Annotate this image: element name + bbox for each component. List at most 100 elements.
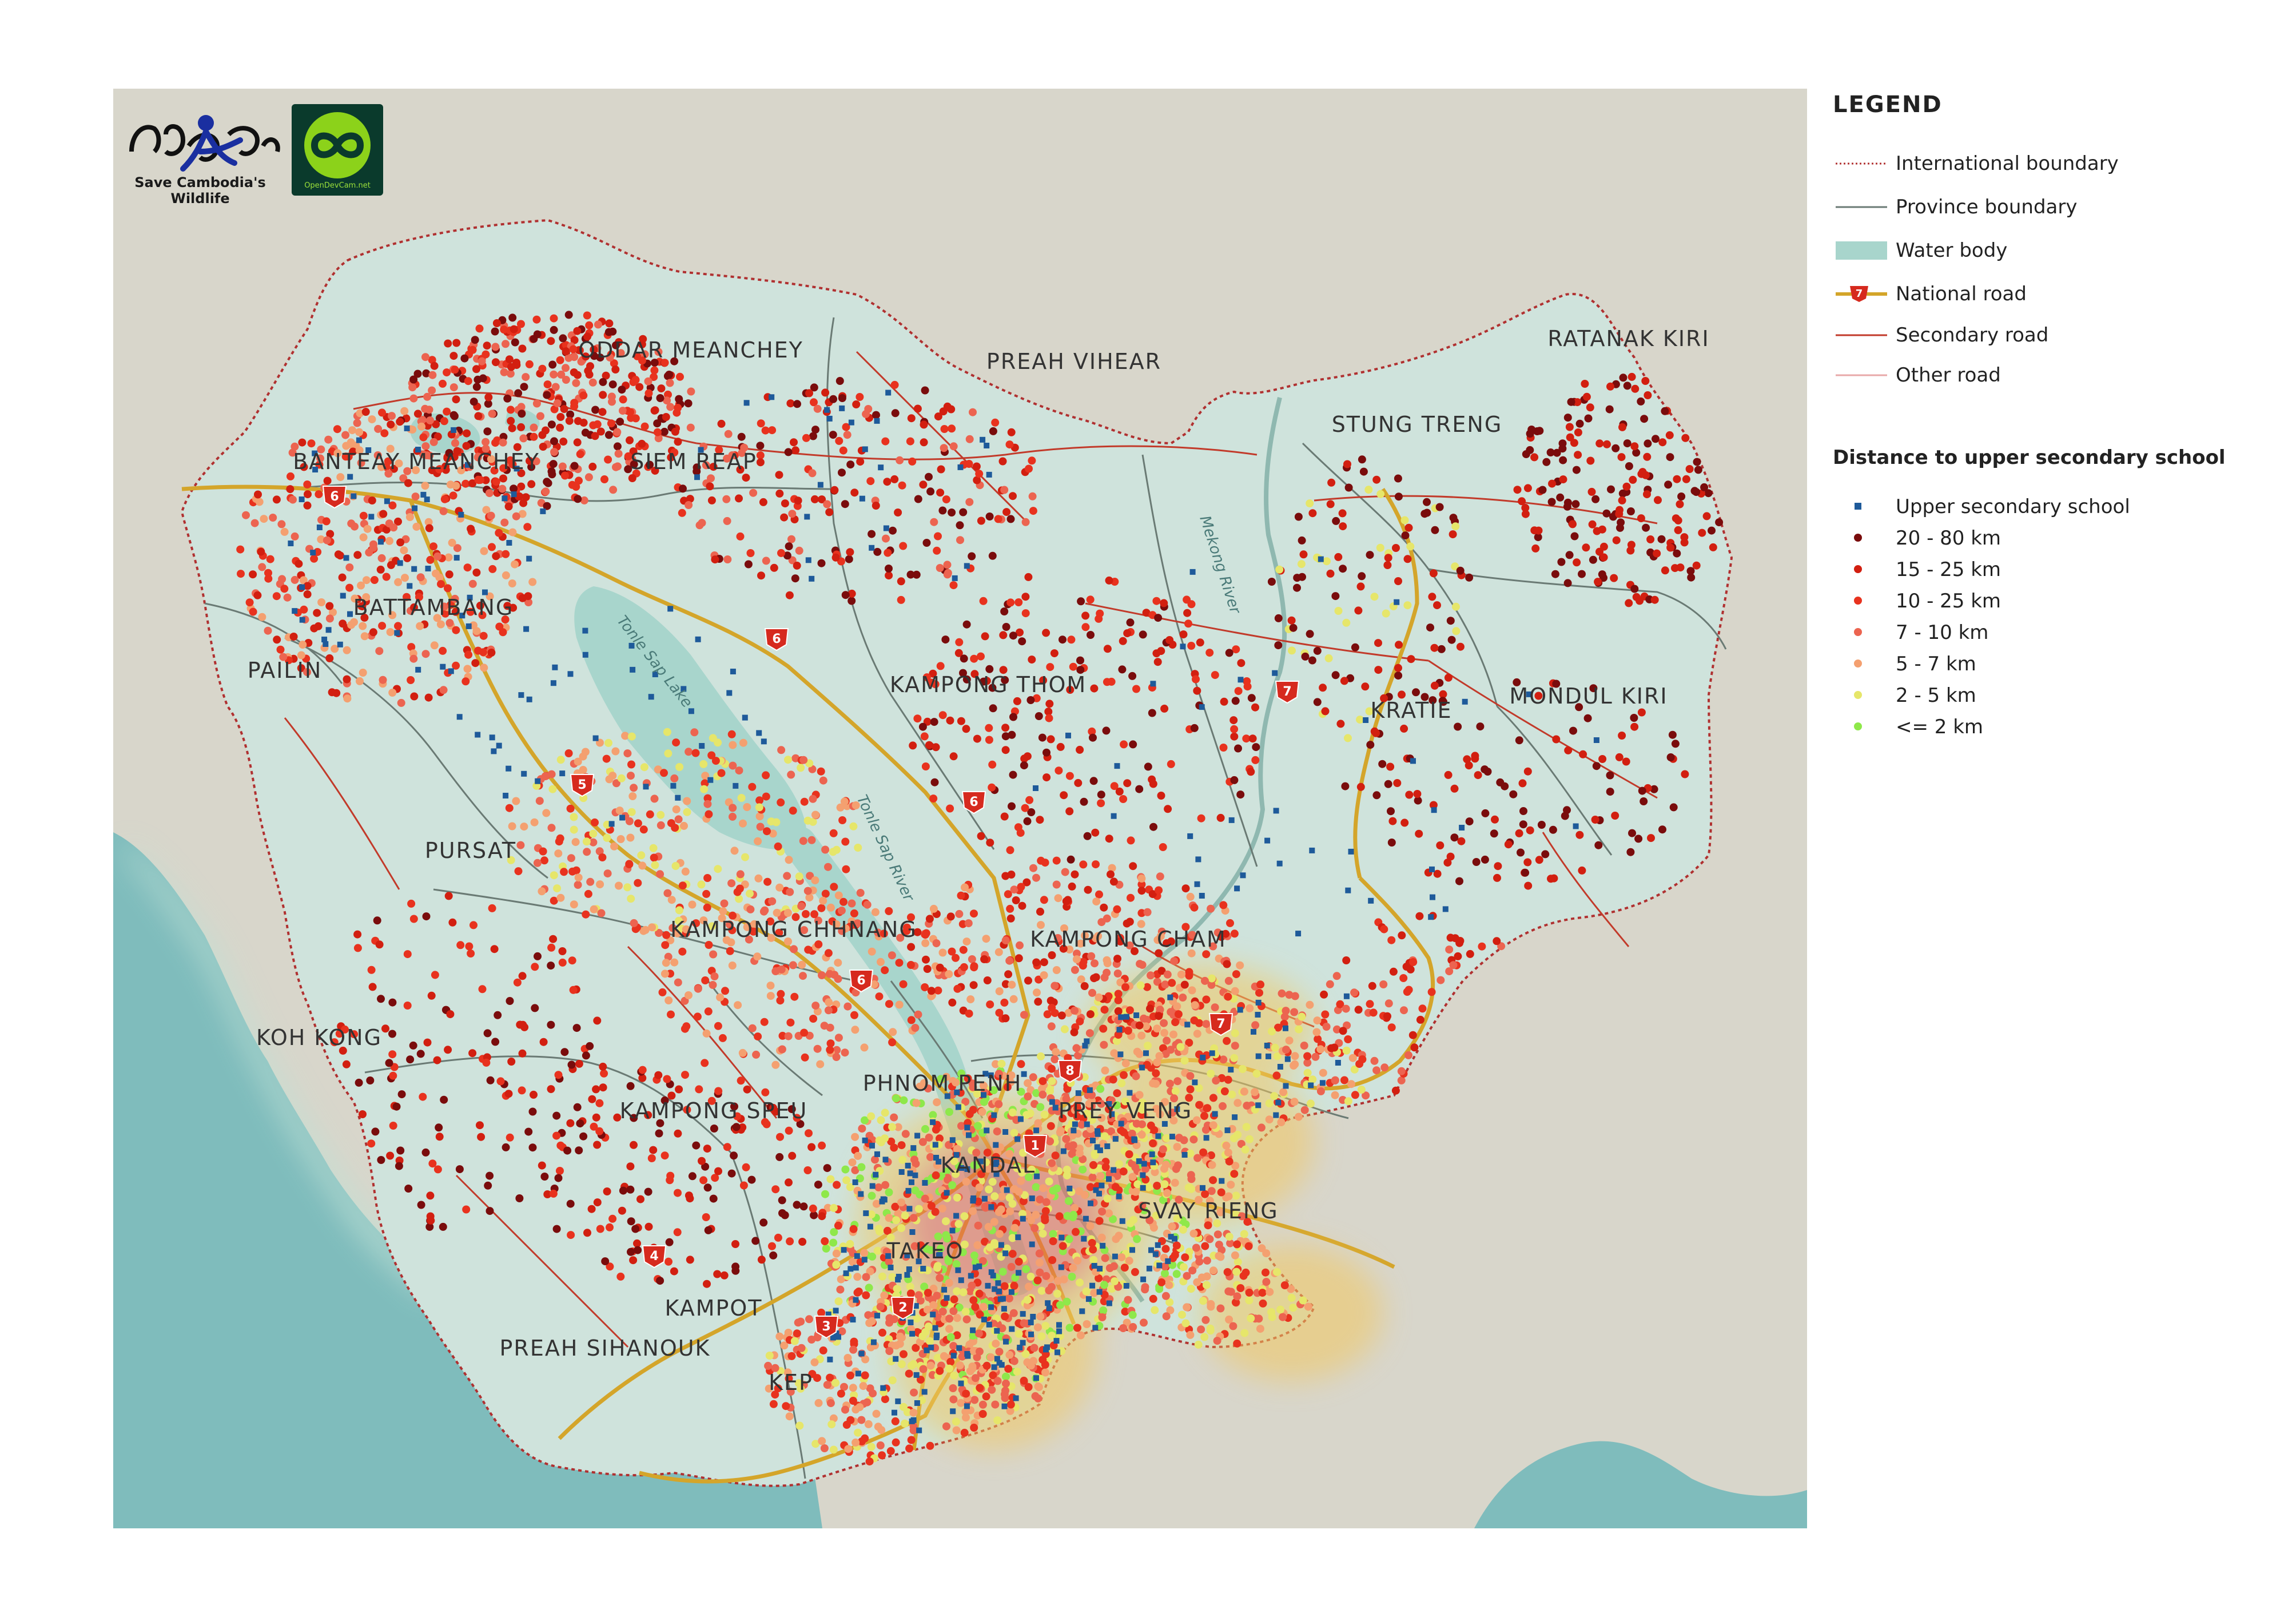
village-dot <box>1232 1268 1241 1276</box>
village-dot <box>1144 1183 1153 1191</box>
village-dot <box>921 1194 929 1203</box>
village-dot <box>1113 1089 1121 1098</box>
village-dot <box>995 1348 1004 1356</box>
village-dot <box>1086 595 1095 604</box>
school-marker <box>1056 1322 1062 1328</box>
village-dot <box>1171 1178 1179 1187</box>
village-dot <box>1311 1052 1320 1061</box>
village-dot <box>452 395 460 404</box>
village-dot <box>377 554 386 562</box>
village-dot <box>821 889 830 898</box>
village-dot <box>1324 654 1333 662</box>
village-dot <box>733 888 742 896</box>
village-dot <box>1535 427 1544 435</box>
village-dot <box>1071 1203 1079 1212</box>
village-dot <box>476 1121 484 1130</box>
school-marker <box>949 1227 956 1234</box>
village-dot <box>1202 1020 1211 1028</box>
village-dot <box>1081 611 1090 620</box>
village-dot <box>630 1141 638 1149</box>
village-dot <box>1661 566 1669 575</box>
village-dot <box>598 853 607 861</box>
village-dot <box>989 704 997 713</box>
village-dot <box>1493 937 1501 945</box>
village-dot <box>907 1436 916 1444</box>
school-marker <box>299 617 305 623</box>
village-dot <box>1606 771 1614 780</box>
village-dot <box>1409 958 1418 966</box>
village-dot <box>245 598 254 607</box>
village-dot <box>824 1006 833 1015</box>
village-dot <box>855 1403 864 1412</box>
village-dot <box>1186 892 1195 901</box>
village-dot <box>1426 623 1434 632</box>
village-dot <box>1474 771 1482 780</box>
village-dot <box>599 1083 607 1092</box>
village-dot <box>998 457 1007 466</box>
village-dot <box>946 1357 955 1366</box>
village-dot <box>1186 1072 1195 1080</box>
school-marker <box>1033 785 1038 791</box>
village-dot <box>769 1251 778 1260</box>
village-dot <box>737 794 746 802</box>
village-dot <box>592 1113 600 1122</box>
village-dot <box>1372 729 1380 737</box>
village-dot <box>602 754 611 763</box>
village-dot <box>949 1384 957 1392</box>
village-dot <box>832 1261 841 1269</box>
village-dot <box>1456 642 1465 651</box>
village-dot <box>769 1400 778 1408</box>
village-dot <box>959 1288 968 1297</box>
village-dot <box>1107 870 1115 879</box>
village-dot <box>1579 750 1587 758</box>
village-dot <box>1243 677 1251 685</box>
school-marker <box>1060 1148 1067 1154</box>
school-marker <box>730 669 736 674</box>
village-dot <box>421 482 429 490</box>
village-dot <box>488 410 496 418</box>
school-marker <box>1167 994 1173 1000</box>
school-marker <box>944 1190 950 1196</box>
village-dot <box>854 844 862 852</box>
village-dot <box>490 945 499 953</box>
village-dot <box>742 474 750 482</box>
village-dot <box>1534 526 1543 535</box>
village-dot <box>875 1136 884 1145</box>
village-dot <box>1456 566 1465 575</box>
village-dot <box>919 480 928 489</box>
village-dot <box>970 962 978 971</box>
school-marker <box>567 671 574 677</box>
village-dot <box>1063 1165 1071 1174</box>
village-dot <box>785 1178 793 1187</box>
village-dot <box>1638 786 1646 795</box>
village-dot <box>1478 942 1486 951</box>
village-dot <box>785 1412 794 1421</box>
village-dot <box>872 411 880 419</box>
village-dot <box>1233 1339 1241 1348</box>
village-dot <box>499 474 507 483</box>
village-dot <box>892 1216 901 1225</box>
village-dot <box>933 1264 941 1272</box>
village-dot <box>729 804 737 812</box>
school-marker <box>1149 1151 1155 1158</box>
village-dot <box>985 736 993 744</box>
village-dot <box>1076 745 1084 754</box>
village-dot <box>943 561 952 569</box>
village-dot <box>901 1211 909 1220</box>
village-dot <box>809 794 817 803</box>
village-dot <box>303 590 312 598</box>
village-dot <box>1450 784 1459 793</box>
village-dot <box>981 632 989 641</box>
village-dot <box>1161 1292 1170 1300</box>
village-dot <box>520 823 528 831</box>
village-dot <box>737 1076 745 1085</box>
village-dot <box>1187 642 1196 650</box>
village-dot <box>1000 998 1009 1007</box>
village-dot <box>799 972 807 980</box>
village-dot <box>892 1438 900 1447</box>
village-dot <box>1046 1122 1055 1130</box>
village-dot <box>781 499 789 508</box>
school-marker <box>1081 1235 1087 1242</box>
village-dot <box>942 1217 950 1226</box>
village-dot <box>1125 1006 1134 1015</box>
